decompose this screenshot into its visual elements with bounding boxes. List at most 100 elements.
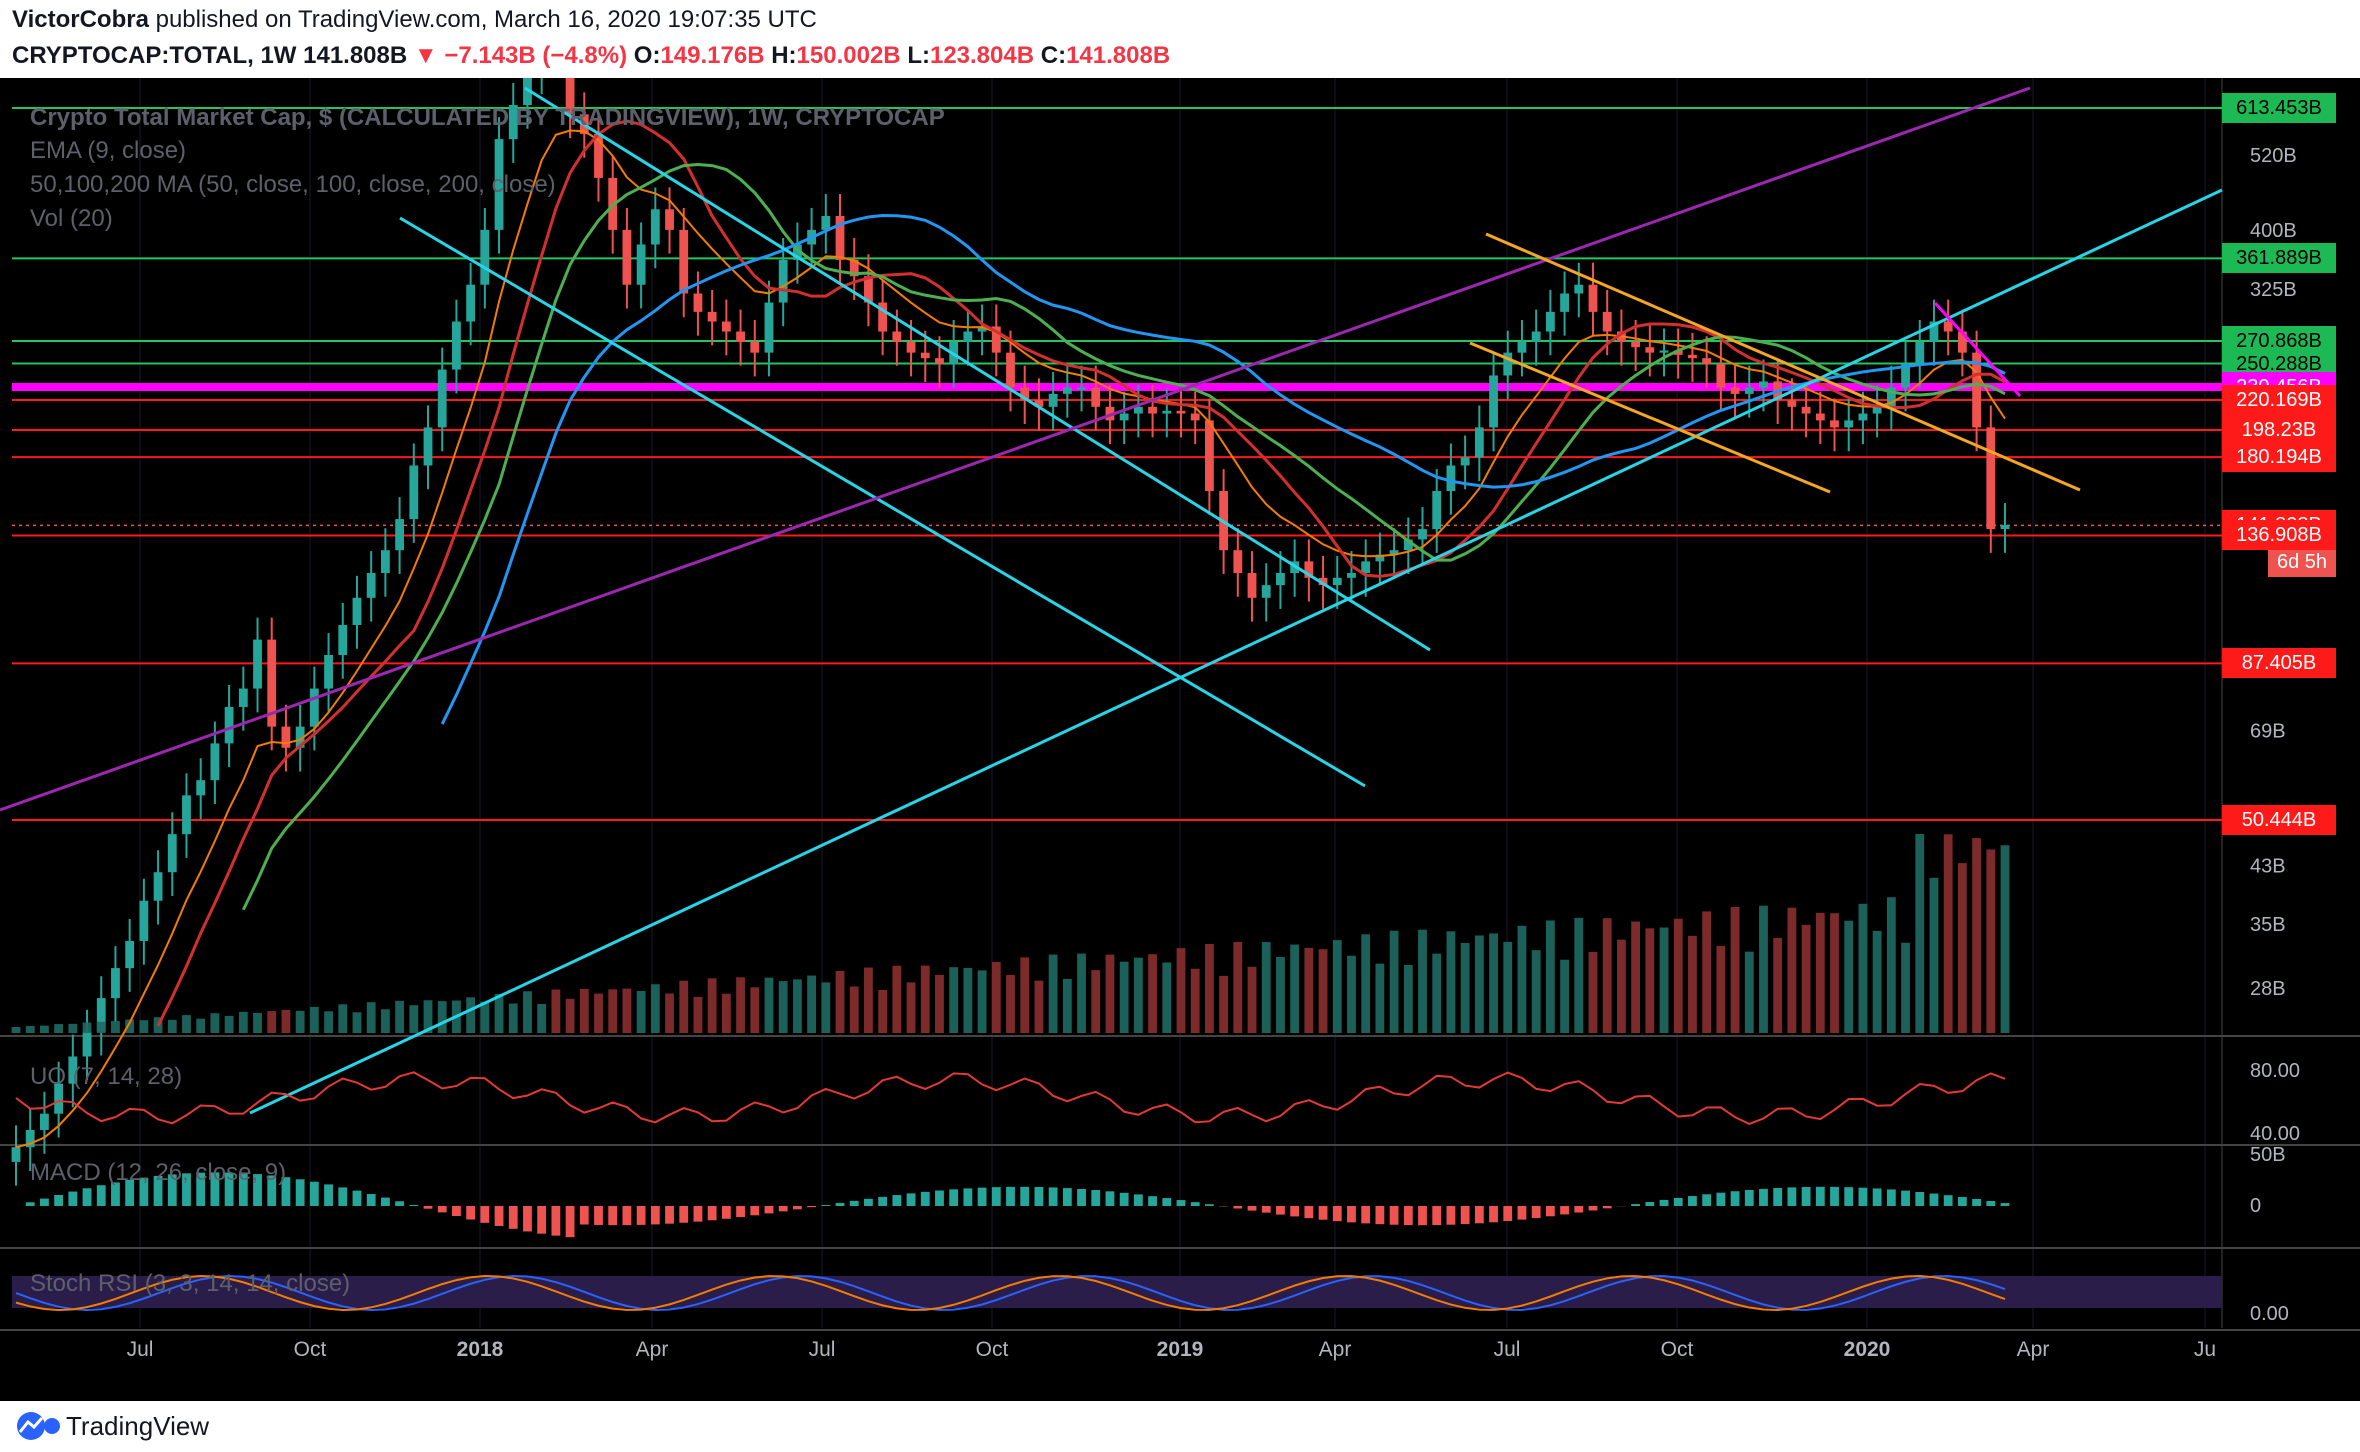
candle <box>764 280 774 377</box>
y-tick-label: 35B <box>2250 914 2286 936</box>
macd-bar <box>1844 1187 1854 1206</box>
candle <box>167 812 177 896</box>
chart-area[interactable]: 520B 400B 325B 69B 43B 35B 28B 80.00 40.00 50B 0 0.… <box>0 10 2360 1401</box>
candle <box>338 603 348 679</box>
macd-bar <box>821 1205 831 1206</box>
candle-body <box>1133 406 1143 414</box>
candle-body <box>366 573 376 598</box>
macd-bar <box>1247 1206 1257 1211</box>
candle <box>395 497 404 574</box>
candle-body <box>1332 577 1342 586</box>
volume-bar <box>821 982 831 1033</box>
price-tag: 6d 5h <box>2268 547 2336 578</box>
candle <box>1048 371 1058 431</box>
tradingview-logo-icon[interactable] <box>14 1409 62 1443</box>
macd-bar <box>423 1206 433 1209</box>
volume-bar <box>1489 933 1498 1033</box>
candle-body <box>11 1147 21 1162</box>
candle <box>963 309 973 366</box>
stoch-legend[interactable]: Stoch RSI (3, 3, 14, 14, close) <box>30 1270 350 1298</box>
volume-bar <box>1318 949 1328 1033</box>
macd-bar <box>1915 1191 1925 1206</box>
candle <box>1730 365 1740 418</box>
y-tick-label: 28B <box>2250 978 2286 1000</box>
volume-bar <box>1957 863 1967 1033</box>
ma-legend[interactable]: 50,100,200 MA (50, close, 100, close, 20… <box>30 171 556 199</box>
volume-bar <box>295 1010 305 1033</box>
volume-bar <box>565 998 575 1033</box>
macd-bar <box>1602 1206 1612 1209</box>
macd-bar <box>1034 1187 1044 1206</box>
candle-body <box>281 726 291 748</box>
macd-bar <box>977 1187 987 1206</box>
macd-bar <box>650 1206 660 1225</box>
candle <box>1077 365 1086 412</box>
volume-bar <box>1574 917 1584 1033</box>
macd-bar <box>1943 1195 1953 1206</box>
candle-body <box>963 331 973 342</box>
volume-bar <box>750 987 760 1033</box>
ema-legend[interactable]: EMA (9, close) <box>30 137 186 165</box>
uo-legend[interactable]: UO (7, 14, 28) <box>30 1063 182 1091</box>
chart-svg[interactable]: 520B 400B 325B 69B 43B 35B 28B 80.00 40.0050B 0 0.… <box>0 10 2360 1401</box>
macd-bar <box>338 1187 348 1206</box>
macd-bar <box>1702 1194 1712 1206</box>
macd-bar <box>1801 1186 1811 1206</box>
macd-bar <box>68 1191 78 1206</box>
y-tick-label: 400B <box>2250 220 2297 242</box>
macd-bar <box>721 1206 731 1219</box>
tradingview-brand[interactable]: TradingView <box>66 1411 209 1442</box>
macd-bar <box>1290 1206 1300 1217</box>
volume-bar <box>1446 931 1456 1033</box>
x-tick-label: Apr <box>2017 1338 2050 1361</box>
candle-body <box>1460 457 1470 466</box>
macd-legend[interactable]: MACD (12, 26, close, 9) <box>30 1159 286 1187</box>
macd-bar <box>1730 1191 1740 1206</box>
volume-bar <box>1048 954 1058 1033</box>
volume-bar <box>1617 939 1626 1033</box>
volume-bar <box>466 997 476 1033</box>
volume-bar <box>437 1001 447 1033</box>
candle-body <box>1048 393 1058 407</box>
volume-bar <box>11 1027 21 1033</box>
candle-body <box>679 229 689 294</box>
candle <box>991 304 1001 377</box>
candle <box>1574 262 1584 318</box>
volume-bar <box>693 996 703 1033</box>
candle-body <box>1730 387 1740 394</box>
candle-body <box>1759 381 1768 388</box>
candle-body <box>1006 352 1015 388</box>
macd-bar <box>324 1184 333 1206</box>
candle <box>622 207 632 309</box>
macd-bar <box>1560 1206 1569 1215</box>
volume-bar <box>1844 920 1854 1033</box>
candle-body <box>1119 413 1129 421</box>
macd-bar <box>579 1206 589 1225</box>
candle-body <box>167 834 177 873</box>
author-name[interactable]: VictorCobra <box>12 6 149 33</box>
candle <box>111 946 120 1022</box>
macd-bar <box>1886 1189 1896 1206</box>
macd-bar <box>963 1188 973 1206</box>
macd-bar <box>1347 1206 1356 1223</box>
volume-bar <box>991 961 1001 1033</box>
macd-bar <box>1830 1186 1839 1206</box>
candle <box>1659 328 1669 377</box>
candle-body <box>821 215 831 230</box>
volume-bar <box>1773 937 1783 1033</box>
candle <box>1588 262 1598 336</box>
macd-bar <box>1858 1187 1868 1206</box>
vol-legend[interactable]: Vol (20) <box>30 205 113 233</box>
candle-body <box>778 259 788 303</box>
macd-bar <box>54 1195 64 1206</box>
candle <box>1460 435 1470 490</box>
volume-bar <box>849 986 859 1033</box>
volume-bar <box>82 1022 92 1033</box>
macd-bar <box>437 1206 447 1213</box>
macd-bar <box>551 1206 561 1236</box>
volume-bar <box>366 1002 376 1033</box>
volume-bar <box>878 989 888 1033</box>
price-tag: 198.23B <box>2222 414 2336 445</box>
candle-body <box>480 229 490 285</box>
macd-bar <box>1872 1188 1882 1206</box>
